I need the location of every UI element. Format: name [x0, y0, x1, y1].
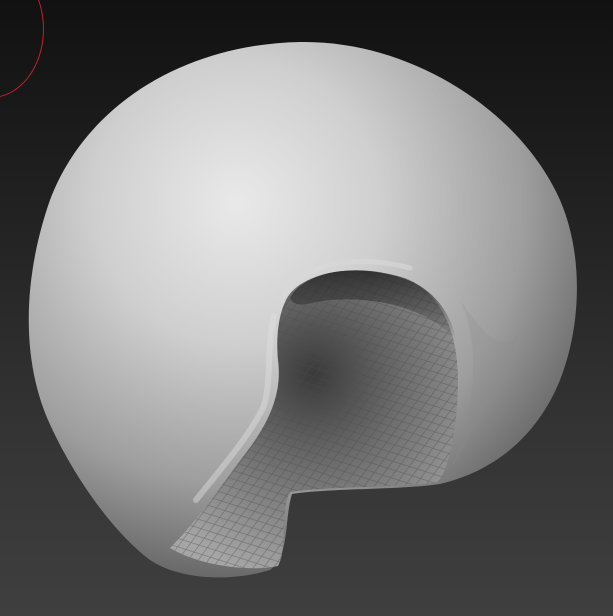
sculpt-viewport[interactable] [0, 0, 613, 616]
sculpted-mesh[interactable] [0, 0, 613, 616]
